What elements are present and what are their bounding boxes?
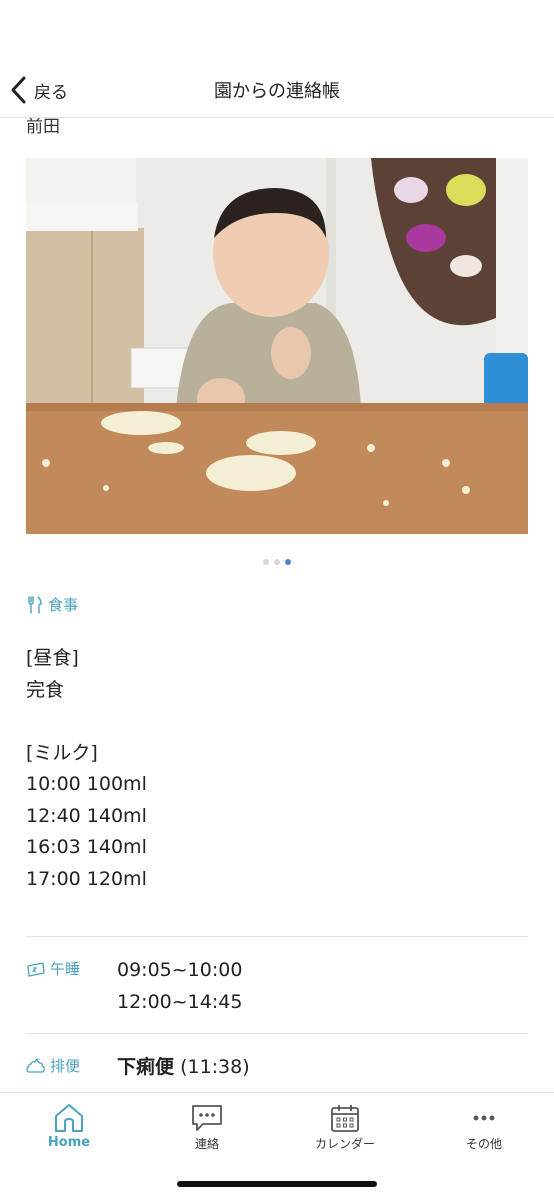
meal-line: 10:00 100ml (26, 773, 147, 795)
tab-calendar[interactable]: カレンダー (276, 1103, 414, 1152)
excretion-time: (11:38) (180, 1056, 250, 1078)
nap-heading: 午睡 (50, 960, 81, 978)
excretion-heading: 排便 (50, 1057, 81, 1075)
meal-line: [ミルク] (26, 741, 98, 764)
nap-label: 午睡 (26, 958, 80, 979)
child-eating-photo (26, 158, 528, 534)
meal-heading: 食事 (48, 596, 79, 614)
meal-section-header: 食事 (26, 594, 78, 615)
meal-line: 12:40 140ml (26, 804, 147, 827)
nap-times: 09:05~10:00 12:00~14:45 (117, 954, 242, 1018)
tab-more[interactable]: その他 (415, 1103, 553, 1152)
divider (26, 936, 528, 937)
excretion-value: 下痢便 (11:38) (117, 1051, 250, 1083)
meal-line: 17:00 120ml (26, 867, 147, 890)
carousel-dot[interactable] (274, 559, 280, 565)
carousel-indicator[interactable] (0, 559, 554, 565)
meal-line: [昼食] (26, 647, 79, 669)
meal-line: 完食 (26, 678, 65, 701)
poop-icon (26, 1057, 45, 1073)
tab-label: カレンダー (314, 1137, 375, 1151)
carousel-dot-active[interactable] (285, 559, 291, 565)
tab-messages[interactable]: 連絡 (138, 1103, 276, 1152)
scroll-content[interactable]: 前田 食事 [昼食] 完食 [ミルク] 10:00 100ml 12:40 14… (0, 118, 554, 1092)
nap-time: 09:05~10:00 (117, 959, 243, 981)
photo-image[interactable] (26, 158, 528, 534)
partial-text: 前田 (26, 118, 60, 137)
more-icon (473, 1115, 495, 1121)
tab-label: その他 (465, 1137, 502, 1151)
meal-text: [昼食] 完食 [ミルク] 10:00 100ml 12:40 140ml 16… (26, 643, 147, 895)
excretion-label: 排便 (26, 1055, 80, 1076)
chat-icon (192, 1105, 222, 1131)
home-indicator[interactable] (177, 1181, 377, 1187)
nap-time: 12:00~14:45 (117, 991, 243, 1013)
meal-line (26, 706, 147, 738)
tab-label: 連絡 (194, 1137, 219, 1151)
divider (26, 1033, 528, 1034)
tab-label: Home (47, 1135, 91, 1150)
home-icon (55, 1104, 83, 1132)
excretion-type: 下痢便 (117, 1056, 175, 1078)
page-title: 園からの連絡帳 (214, 81, 340, 102)
sleep-icon (27, 961, 45, 977)
fork-knife-icon (28, 595, 42, 614)
carousel-dot[interactable] (263, 559, 269, 565)
navigation-bar: 戻る 園からの連絡帳 (0, 0, 554, 118)
calendar-icon (331, 1105, 359, 1132)
meal-line: 16:03 140ml (26, 836, 147, 858)
tab-home[interactable]: Home (0, 1103, 138, 1150)
